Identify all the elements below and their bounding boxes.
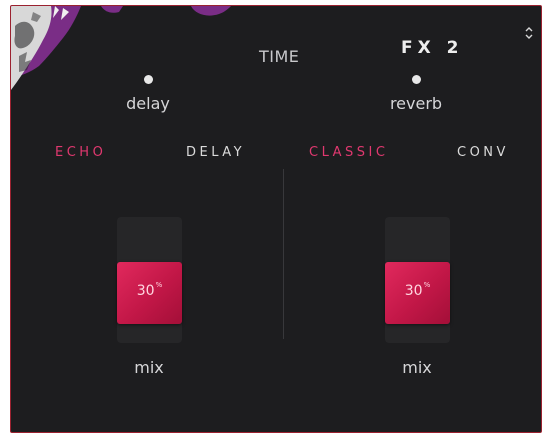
mix-label-left: mix xyxy=(134,358,164,377)
tab-conv[interactable]: CONV xyxy=(457,145,509,160)
section-divider xyxy=(283,169,284,339)
delay-label: delay xyxy=(126,94,170,113)
delay-indicator-dot[interactable] xyxy=(144,75,153,84)
mix-label-right: mix xyxy=(402,358,432,377)
mix-slider-right[interactable]: 30% xyxy=(385,217,450,343)
tab-classic[interactable]: CLASSIC xyxy=(309,145,388,160)
reverb-label: reverb xyxy=(389,94,443,113)
chevron-up-down-icon[interactable] xyxy=(523,22,535,44)
tab-echo[interactable]: ECHO xyxy=(55,145,106,160)
mix-slider-left[interactable]: 30% xyxy=(117,217,182,343)
time-label: TIME xyxy=(259,47,300,66)
mix-value-right: 30% xyxy=(404,281,431,299)
reverb-indicator-dot[interactable] xyxy=(412,75,421,84)
mix-slider-thumb-right[interactable]: 30% xyxy=(385,262,450,324)
mix-value-left: 30% xyxy=(136,281,163,299)
preset-name: FX 2 xyxy=(401,38,464,58)
mix-slider-thumb-left[interactable]: 30% xyxy=(117,262,182,324)
decorative-skull-artwork xyxy=(11,6,231,90)
tab-delay[interactable]: DELAY xyxy=(186,145,245,160)
fx-panel: TIME FX 2 delay reverb ECHO DELAY CLASSI… xyxy=(10,5,542,433)
